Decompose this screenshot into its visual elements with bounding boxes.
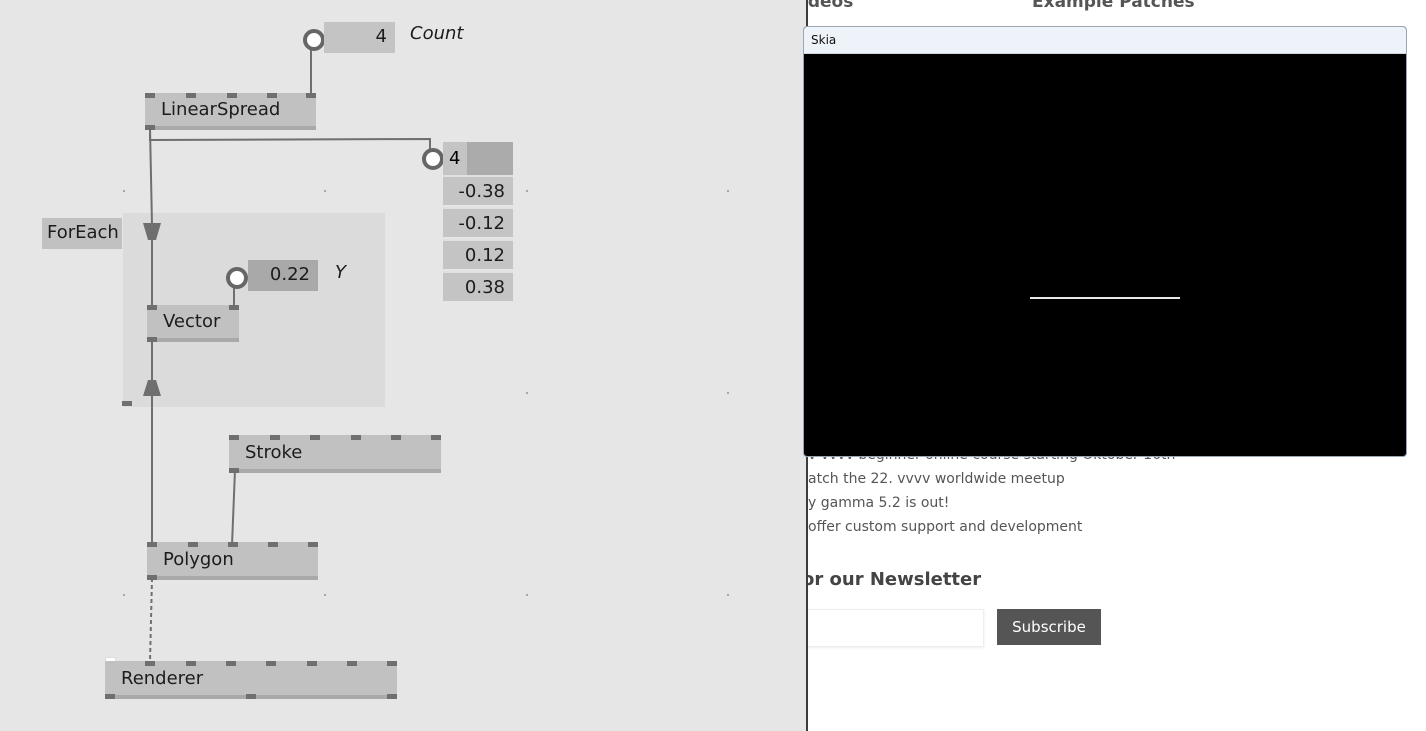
- y-pad-handle[interactable]: [226, 267, 248, 289]
- wire[interactable]: [149, 127, 153, 226]
- vector-label: Vector: [163, 311, 221, 332]
- spread-count: 4: [443, 142, 467, 175]
- linearspread-label: LinearSpread: [161, 99, 281, 120]
- splicer-out[interactable]: [143, 380, 161, 396]
- spread-value[interactable]: 0.12: [443, 239, 513, 269]
- news-item[interactable]: y gamma 5.2 is out!: [808, 495, 949, 511]
- count-iobox[interactable]: 4: [324, 22, 395, 53]
- news-item[interactable]: atch the 22. vvvv worldwide meetup: [808, 471, 1065, 487]
- y-iobox[interactable]: 0.22: [248, 260, 318, 291]
- newsletter-email-input[interactable]: [808, 609, 984, 647]
- stroke-node[interactable]: Stroke: [229, 435, 441, 473]
- patch-editor[interactable]: ForEach 4 Count LinearSpread 4 -0.38 -0.…: [0, 0, 808, 731]
- linearspread-node[interactable]: LinearSpread: [145, 93, 316, 130]
- wire[interactable]: [149, 577, 153, 663]
- news-item[interactable]: offer custom support and development: [808, 519, 1082, 535]
- spread-pad-handle[interactable]: [422, 148, 444, 170]
- y-label: Y: [335, 262, 346, 283]
- spread-value[interactable]: 0.38: [443, 271, 513, 301]
- vector-node[interactable]: Vector: [147, 305, 239, 342]
- stroke-label: Stroke: [245, 442, 303, 463]
- subscribe-button[interactable]: Subscribe: [997, 609, 1101, 645]
- spread-value[interactable]: -0.12: [443, 207, 513, 237]
- renderer-node[interactable]: Renderer: [105, 661, 397, 699]
- newsletter-title: or our Newsletter: [808, 569, 982, 590]
- polygon-node[interactable]: Polygon: [147, 542, 318, 580]
- spread-count-box[interactable]: 4: [443, 142, 513, 175]
- videos-heading: ideos: [808, 0, 854, 12]
- skia-titlebar[interactable]: Skia: [804, 27, 1406, 54]
- wire-layer: [143, 45, 431, 663]
- renderer-label: Renderer: [121, 668, 204, 689]
- example-patches-heading: Example Patches: [1032, 0, 1195, 12]
- splicer-in[interactable]: [143, 223, 161, 240]
- spread-value[interactable]: -0.38: [443, 175, 513, 205]
- skia-window[interactable]: Skia: [803, 26, 1407, 457]
- count-pad-handle[interactable]: [303, 29, 325, 51]
- wire[interactable]: [149, 128, 431, 150]
- rendered-polygon-line: [1030, 297, 1180, 299]
- count-label: Count: [410, 23, 464, 44]
- wire[interactable]: [231, 469, 236, 546]
- polygon-label: Polygon: [163, 549, 234, 570]
